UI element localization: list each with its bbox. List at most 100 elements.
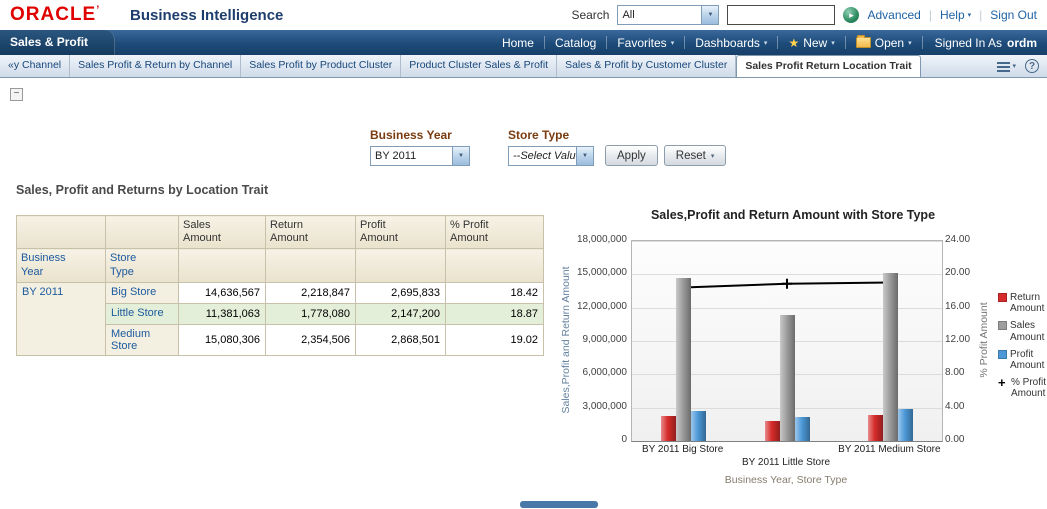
return-amount-bar[interactable] — [765, 421, 780, 441]
year-link[interactable]: BY 2011 — [22, 286, 63, 298]
signed-in-label: Signed In As — [935, 36, 1002, 50]
help-link[interactable]: Help▾ — [940, 8, 971, 22]
chevron-down-icon: ▾ — [711, 152, 715, 160]
value-cell: 19.02 — [446, 324, 544, 355]
row-header-business-year[interactable]: Business Year — [17, 249, 106, 282]
topbar-controls: Search All ▼ ▸ Advanced|Help▾|Sign Out — [571, 4, 1037, 26]
nav-dashboards[interactable]: Dashboards▾ — [687, 36, 775, 50]
nav-label: Open — [875, 36, 904, 50]
tab-sales-profit-by-customer-cluster[interactable]: Sales & Profit by Customer Cluster — [557, 55, 736, 77]
legend-item[interactable]: Sales Amount — [998, 320, 1047, 342]
store-type-field: Store Type --Select Value-- ▼ — [508, 128, 594, 166]
legend-item[interactable]: +% Profit Amount — [998, 377, 1047, 399]
nav-label: Home — [502, 36, 534, 50]
nav-catalog[interactable]: Catalog — [547, 36, 604, 50]
search-scope-select[interactable]: All ▼ — [617, 5, 719, 25]
y-axis-tick: 3,000,000 — [583, 401, 628, 412]
product-title: Business Intelligence — [130, 7, 283, 24]
store-link[interactable]: Big Store — [111, 286, 156, 298]
chevron-down-icon: ▾ — [908, 39, 912, 47]
measure-header-row: Sales Amount Return Amount Profit Amount… — [17, 216, 544, 249]
plus-marker-icon: + — [998, 377, 1008, 388]
advanced-link[interactable]: Advanced — [867, 8, 920, 22]
value-cell: 2,354,506 — [266, 324, 356, 355]
row-header-store-type[interactable]: Store Type — [106, 249, 179, 282]
tab-sales-profit-return-by-channel[interactable]: Sales Profit & Return by Channel — [70, 55, 241, 77]
reset-button[interactable]: Reset ▾ — [664, 145, 727, 166]
open-folder-icon — [856, 37, 871, 48]
sales-amount-bar[interactable] — [780, 315, 795, 441]
dropdown-arrow-icon: ▼ — [576, 147, 593, 165]
y2-axis-tick: 4.00 — [945, 401, 964, 412]
legend-item[interactable]: Return Amount — [998, 292, 1047, 314]
nav-new[interactable]: ★New▾ — [780, 36, 842, 50]
chevron-down-icon: ▾ — [764, 39, 768, 47]
store-cell: Medium Store — [106, 324, 179, 355]
go-arrow-icon: ▸ — [849, 11, 854, 20]
column-header: % Profit Amount — [446, 216, 544, 249]
blank-header-cell — [446, 249, 544, 282]
page-options-icon[interactable]: ▾ — [997, 61, 1016, 72]
y-axis-tick: 18,000,000 — [577, 234, 627, 245]
blank-header-cell — [266, 249, 356, 282]
column-header: Sales Amount — [179, 216, 266, 249]
store-link[interactable]: Medium Store — [111, 328, 150, 352]
prompt-bar: Business Year BY 2011 ▼ Store Type --Sel… — [370, 128, 726, 166]
search-input[interactable] — [727, 5, 835, 25]
help-icon[interactable]: ? — [1025, 59, 1039, 73]
store-cell: Little Store — [106, 303, 179, 324]
nav-home[interactable]: Home — [494, 36, 542, 50]
tab-y-channel[interactable]: «y Channel — [0, 55, 70, 77]
nav-favorites[interactable]: Favorites▾ — [609, 36, 682, 50]
return-amount-bar[interactable] — [868, 415, 883, 441]
business-year-select[interactable]: BY 2011 ▼ — [370, 146, 470, 166]
signed-in-as: Signed In As ordm — [925, 36, 1043, 50]
sales-amount-bar[interactable] — [676, 278, 691, 441]
signed-in-user: ordm — [1007, 36, 1037, 50]
value-cell: 18.42 — [446, 282, 544, 303]
divider — [606, 36, 607, 49]
corner-cell — [17, 216, 106, 249]
separator: | — [979, 8, 982, 22]
tab-sales-profit-by-product-cluster[interactable]: Sales Profit by Product Cluster — [241, 55, 401, 77]
legend-item[interactable]: Profit Amount — [998, 349, 1047, 371]
search-go-button[interactable]: ▸ — [843, 7, 859, 23]
nav-open[interactable]: Open ▾ — [848, 36, 920, 50]
value-cell: 1,778,080 — [266, 303, 356, 324]
divider — [845, 36, 846, 49]
tab-product-cluster-sales-profit[interactable]: Product Cluster Sales & Profit — [401, 55, 557, 77]
oracle-logo-text: ORACLE — [10, 4, 96, 25]
y2-axis-tick: 16.00 — [945, 301, 970, 312]
dropdown-arrow-icon: ▼ — [701, 6, 718, 24]
horizontal-scrollbar-thumb[interactable] — [520, 501, 598, 508]
collapse-section-button[interactable]: − — [10, 88, 23, 101]
column-header: Return Amount — [266, 216, 356, 249]
return-amount-bar[interactable] — [661, 416, 676, 441]
top-header: ORACLE’ Business Intelligence Search All… — [0, 0, 1047, 30]
tab-sales-profit-return-location-trait[interactable]: Sales Profit Return Location Trait — [736, 55, 920, 77]
x-axis-title: Business Year, Store Type — [631, 474, 941, 486]
profit-amount-bar[interactable] — [898, 409, 913, 441]
value-cell: 2,147,200 — [356, 303, 446, 324]
store-link[interactable]: Little Store — [111, 307, 164, 319]
x-axis-label: BY 2011 Little Store — [716, 457, 856, 468]
dashboard-title-tab[interactable]: Sales & Profit — [0, 30, 115, 55]
profit-amount-bar[interactable] — [691, 411, 706, 441]
store-type-select[interactable]: --Select Value-- ▼ — [508, 146, 594, 166]
value-cell: 18.87 — [446, 303, 544, 324]
y2-axis-tick: 8.00 — [945, 367, 964, 378]
divider — [777, 36, 778, 49]
value-cell: 2,868,501 — [356, 324, 446, 355]
legend-label: Profit Amount — [1010, 349, 1047, 371]
x-axis-labels: BY 2011 Big StoreBY 2011 Little StoreBY … — [555, 444, 1047, 472]
oracle-logo-mark-icon: ’ — [96, 4, 100, 16]
gridline — [632, 241, 942, 242]
profit-amount-bar[interactable] — [795, 417, 810, 441]
legend-label: Sales Amount — [1010, 320, 1047, 342]
sign-out-link[interactable]: Sign Out — [990, 8, 1037, 22]
chevron-down-icon: ▾ — [968, 11, 972, 19]
apply-button[interactable]: Apply — [605, 145, 658, 166]
sales-amount-bar[interactable] — [883, 273, 898, 441]
reset-button-label: Reset — [676, 150, 706, 162]
table-row: BY 2011Big Store14,636,5672,218,8472,695… — [17, 282, 544, 303]
